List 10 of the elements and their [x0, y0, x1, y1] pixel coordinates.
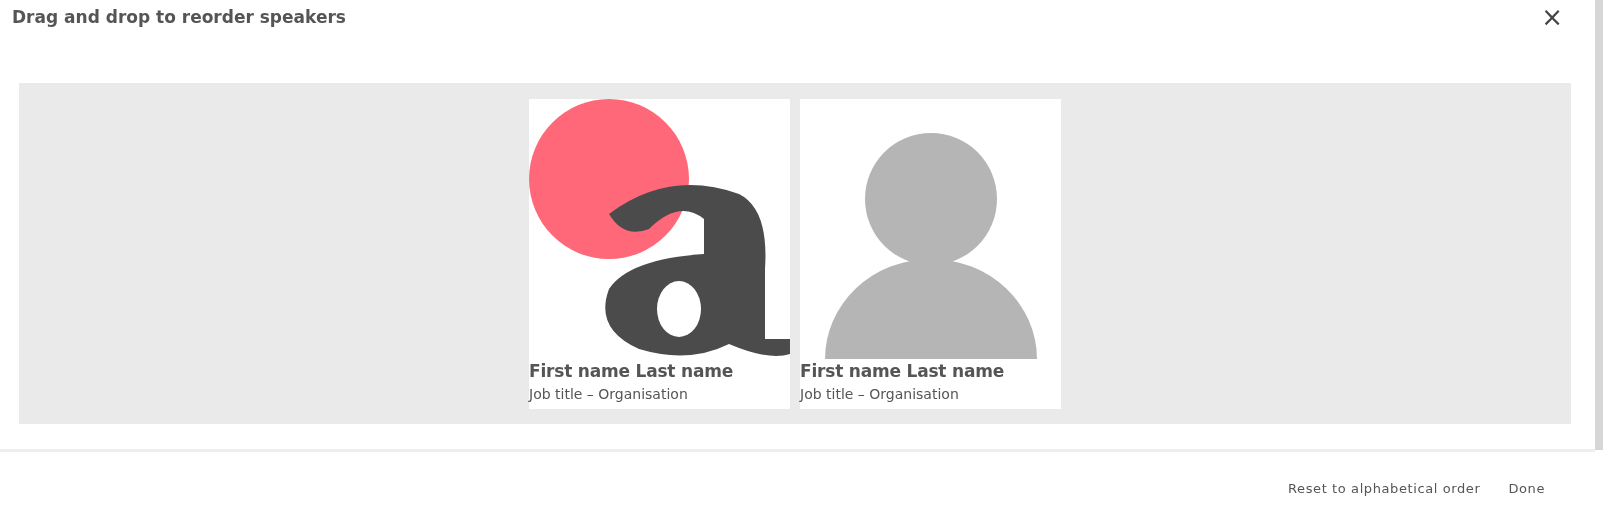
scrollbar[interactable] — [1595, 0, 1603, 450]
speaker-subtitle: Job title – Organisation — [800, 386, 960, 402]
speaker-name: First name Last name — [529, 361, 734, 381]
speaker-card[interactable]: First name Last name Job title – Organisation — [800, 99, 1061, 409]
done-button[interactable]: Done — [1498, 479, 1555, 498]
reset-order-button[interactable]: Reset to alphabetical order — [1278, 479, 1491, 498]
speaker-subtitle: Job title – Organisation — [529, 386, 689, 402]
speaker-name: First name Last name — [800, 361, 1005, 381]
speaker-card[interactable]: First name Last name Job title – Organisation — [529, 99, 790, 409]
dialog-title: Drag and drop to reorder speakers — [12, 7, 346, 27]
